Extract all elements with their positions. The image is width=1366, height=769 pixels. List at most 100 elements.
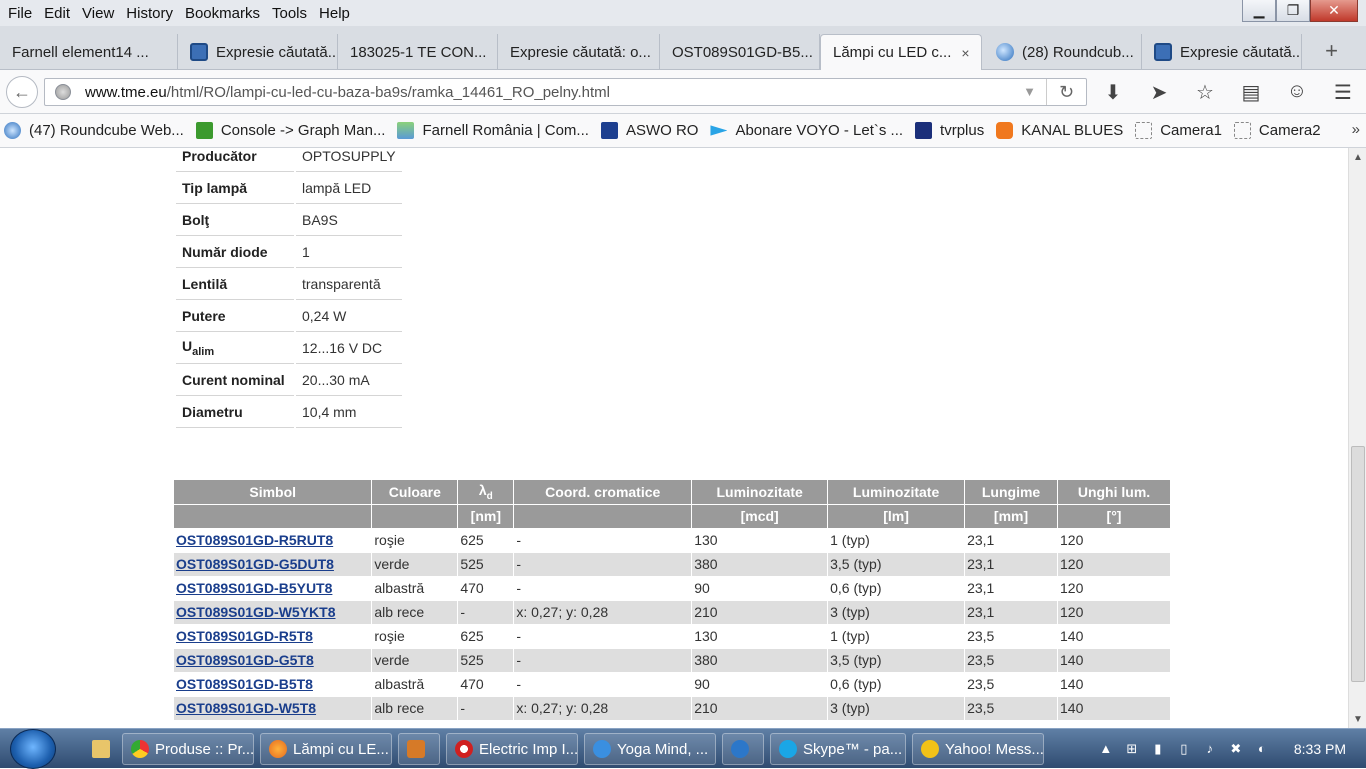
ccleaner-tray-icon[interactable]: ◐ (1254, 741, 1270, 757)
unit-simbol (174, 504, 373, 529)
taskbar-yahoo[interactable]: Yahoo! Mess... (912, 733, 1044, 765)
taskbar-firefox[interactable]: Lămpi cu LE... (260, 733, 392, 765)
symbol-cell: OST089S01GD-R5T8 (174, 624, 373, 649)
firefox-icon (269, 740, 287, 758)
taskbar-opera[interactable]: Electric Imp I... (446, 733, 578, 765)
menu-file[interactable]: File (2, 5, 38, 22)
bookmarks-overflow-icon[interactable]: » (1352, 121, 1360, 138)
wavelength-cell: 625 (457, 528, 515, 553)
color-cell: alb rece (371, 600, 459, 625)
taskbar-skype[interactable]: Skype™ - pa... (770, 733, 906, 765)
bookmark-aswo[interactable]: ASWO RO (600, 122, 698, 139)
close-window-button[interactable]: ✕ (1310, 0, 1358, 22)
unit-mcd: [mcd] (691, 504, 829, 529)
volume-icon[interactable]: ♪ (1202, 741, 1218, 757)
length-cell: 23,1 (964, 528, 1059, 553)
menu-tools[interactable]: Tools (266, 5, 313, 22)
symbol-cell: OST089S01GD-W5T8 (174, 696, 373, 721)
maximize-button[interactable]: ❐ (1276, 0, 1310, 22)
tray-expand-icon[interactable]: ▲ (1098, 741, 1114, 757)
chrome-icon (131, 740, 149, 758)
folder-icon (92, 740, 110, 758)
url-domain: www.tme.eu (85, 83, 167, 101)
color-cell: verde (371, 552, 459, 577)
windows-flag-icon[interactable]: ⊞ (1124, 741, 1140, 757)
bookmark-star-icon[interactable]: ☆ (1192, 80, 1218, 105)
tab-lampi-led[interactable]: Lămpi cu LED c... × (820, 34, 982, 70)
bookmark-farnell[interactable]: Farnell România | Com... (397, 122, 589, 139)
color-cell: albastră (371, 576, 459, 601)
tab-tme-search-2[interactable]: Expresie căutată: o... (498, 34, 660, 70)
header-lungime: Lungime (964, 480, 1059, 505)
bookmark-camera2[interactable]: Camera2 (1233, 122, 1321, 139)
menu-view[interactable]: View (76, 5, 120, 22)
spec-row: Lentilă transparentă (176, 268, 402, 300)
chat-icon[interactable]: ☺ (1284, 80, 1310, 105)
signal-icon[interactable]: ▮ (1150, 741, 1166, 757)
page-icon (1233, 122, 1251, 139)
network-error-icon[interactable]: ✖ (1228, 741, 1244, 757)
bookmark-voyo[interactable]: Abonare VOYO - Let`s ... (710, 122, 903, 139)
product-link[interactable]: OST089S01GD-G5T8 (176, 652, 314, 668)
menu-edit[interactable]: Edit (38, 5, 76, 22)
bookmark-console[interactable]: Console -> Graph Man... (195, 122, 385, 139)
color-cell: verde (371, 648, 459, 673)
length-cell: 23,1 (964, 576, 1059, 601)
battery-icon[interactable]: ▯ (1176, 741, 1192, 757)
address-bar[interactable]: www.tme.eu/html/RO/lampi-cu-led-cu-baza-… (44, 78, 1087, 106)
reading-list-icon[interactable]: ▤ (1238, 80, 1264, 105)
product-link[interactable]: OST089S01GD-R5T8 (176, 628, 313, 644)
header-coord: Coord. cromatice (513, 480, 693, 505)
product-link[interactable]: OST089S01GD-B5T8 (176, 676, 313, 692)
vertical-scrollbar[interactable]: ▲ ▼ (1348, 148, 1366, 728)
taskbar-ie[interactable]: Yoga Mind, ... (584, 733, 716, 765)
chevron-down-icon[interactable]: ▼ (1023, 84, 1036, 99)
symbol-cell: OST089S01GD-R5RUT8 (174, 528, 373, 553)
product-link[interactable]: OST089S01GD-B5YUT8 (176, 580, 332, 596)
bookmark-kanal-blues[interactable]: KANAL BLUES (996, 122, 1123, 139)
chromatic-cell: - (513, 648, 693, 673)
taskbar: Produse :: Pr... Lămpi cu LE... Electric… (0, 728, 1366, 769)
download-icon[interactable]: ⬇ (1100, 80, 1126, 105)
tab-roundcube[interactable]: (28) Roundcub... (984, 34, 1142, 70)
minimize-button[interactable]: ▁ (1242, 0, 1276, 22)
scroll-up-icon[interactable]: ▲ (1353, 152, 1363, 163)
taskbar-media[interactable] (398, 733, 440, 765)
product-link[interactable]: OST089S01GD-G5DUT8 (176, 556, 334, 572)
wavelength-cell: 625 (457, 624, 515, 649)
bookmark-roundcube[interactable]: (47) Roundcube Web... (4, 122, 184, 139)
taskbar-ccleaner[interactable] (722, 733, 764, 765)
product-link[interactable]: OST089S01GD-W5YKT8 (176, 604, 336, 620)
tab-tme-search-3[interactable]: Expresie căutată... (1142, 34, 1302, 70)
product-link[interactable]: OST089S01GD-R5RUT8 (176, 532, 333, 548)
luminosity-lm-cell: 3 (typ) (827, 600, 966, 625)
menu-bookmarks[interactable]: Bookmarks (179, 5, 266, 22)
spec-table: Producător OPTOSUPPLY Tip lampă lampă LED Bo… (174, 148, 404, 428)
scrollbar-thumb[interactable] (1351, 446, 1365, 682)
close-tab-icon[interactable]: × (961, 45, 969, 61)
tab-bar: Farnell element14 ... Expresie căutată..… (0, 26, 1366, 70)
reload-icon[interactable]: ↻ (1046, 79, 1086, 105)
header-culoare: Culoare (371, 480, 459, 505)
taskbar-chrome[interactable]: Produse :: Pr... (122, 733, 254, 765)
tab-farnell[interactable]: Farnell element14 ... (0, 34, 178, 70)
bookmark-tvrplus[interactable]: tvrplus (915, 122, 984, 139)
length-cell: 23,5 (964, 624, 1059, 649)
tab-te-connectivity[interactable]: 183025-1 TE CON... (338, 34, 498, 70)
tab-ost089[interactable]: OST089S01GD-B5... (660, 34, 820, 70)
back-button[interactable]: ← (6, 76, 38, 108)
tab-tme-search-1[interactable]: Expresie căutată... (178, 34, 338, 70)
send-icon[interactable]: ➤ (1146, 80, 1172, 105)
explorer-button[interactable] (84, 733, 114, 765)
product-link[interactable]: OST089S01GD-W5T8 (176, 700, 316, 716)
clock[interactable]: 8:33 PM (1294, 741, 1346, 757)
hamburger-menu-icon[interactable]: ☰ (1330, 80, 1356, 105)
tme-icon (1154, 43, 1172, 61)
scroll-down-icon[interactable]: ▼ (1353, 714, 1363, 725)
menu-help[interactable]: Help (313, 5, 356, 22)
menu-history[interactable]: History (120, 5, 179, 22)
start-button[interactable] (10, 729, 56, 769)
bookmark-label: Farnell România | Com... (422, 122, 589, 139)
bookmark-camera1[interactable]: Camera1 (1135, 122, 1222, 139)
new-tab-button[interactable]: + (1325, 38, 1338, 64)
